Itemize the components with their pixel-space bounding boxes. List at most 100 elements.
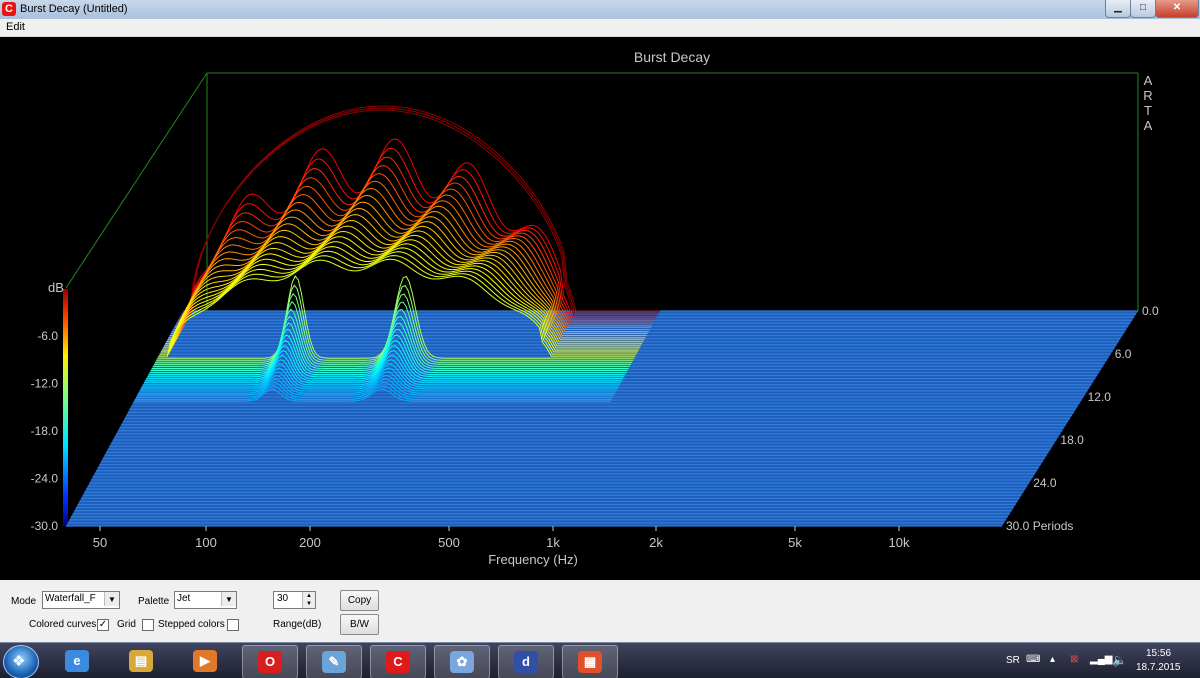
stepped-colors-checkbox[interactable] xyxy=(227,619,239,631)
db-tick-label: -6.0 xyxy=(37,329,58,343)
windows-app-icon: ▦ xyxy=(578,651,602,673)
colored-curves-label: Colored curves xyxy=(29,619,97,630)
frequency-tick-label: 500 xyxy=(438,535,460,550)
mode-label: Mode xyxy=(11,596,37,607)
frequency-tick-label: 1k xyxy=(546,535,560,550)
decay-slice-line xyxy=(172,187,650,330)
period-tick-label: 0.0 xyxy=(1142,304,1159,318)
clock-date[interactable]: 18.7.2015 xyxy=(1136,662,1181,673)
internet-explorer-icon: e xyxy=(65,650,89,672)
tray-keyboard-icon[interactable]: ⌨ xyxy=(1026,654,1040,665)
period-tick-label: 6.0 xyxy=(1115,347,1132,361)
taskbar-item[interactable]: ✿ xyxy=(434,645,490,678)
burst-decay-plot[interactable]: Burst Decay ARTA dB -6.0 -12.0 -18.0 -24.0-… xyxy=(0,37,1200,580)
period-tick-label: 24.0 xyxy=(1033,476,1057,490)
system-tray: SR ⌨ ▴ ⊠ ▂▄▆ 🔈 15:56 18.7.2015 xyxy=(1000,643,1200,678)
bw-button[interactable]: B/W xyxy=(340,614,379,635)
taskbar-item[interactable]: ✎ xyxy=(306,645,362,678)
taskbar: ❖ e ▤ ▶ O ✎ C ✿ d ▦ SR ⌨ ▴ ⊠ ▂▄▆ 🔈 15:56 18.7.20… xyxy=(0,642,1200,678)
arta-watermark: ARTA xyxy=(1143,73,1152,133)
grid-checkbox[interactable] xyxy=(142,619,154,631)
controls-panel: Mode Waterfall_F ▼ Palette Jet ▼ 30 ▲ ▼ R… xyxy=(0,580,1200,642)
chevron-down-icon[interactable]: ▼ xyxy=(104,592,119,606)
dsp-app-icon: d xyxy=(514,651,538,673)
maximize-button[interactable]: □ xyxy=(1130,0,1156,18)
db-axis-ticks: -6.0 -12.0 -18.0 -24.0 -30.0 xyxy=(31,329,59,533)
taskbar-item[interactable]: O xyxy=(242,645,298,678)
taskbar-item[interactable]: ▶ xyxy=(178,645,232,677)
period-tick-label: 30.0 Periods xyxy=(1006,519,1073,533)
taskbar-item[interactable]: e xyxy=(50,645,104,677)
watermark-letter: A xyxy=(1144,73,1153,88)
db-tick-label: -18.0 xyxy=(31,424,59,438)
db-color-bar xyxy=(63,289,68,526)
frequency-tick-label: 200 xyxy=(299,535,321,550)
waterfall-floor xyxy=(66,310,1138,527)
stepper-arrows-icon[interactable]: ▲ ▼ xyxy=(302,592,315,608)
mode-value: Waterfall_F xyxy=(45,593,96,604)
taskbar-item[interactable]: C xyxy=(370,645,426,678)
decay-slice-line xyxy=(181,107,659,314)
range-stepper[interactable]: 30 ▲ ▼ xyxy=(273,591,316,609)
decay-slice-line xyxy=(180,109,658,316)
watermark-letter: T xyxy=(1144,103,1152,118)
decay-slice-line xyxy=(177,156,655,322)
period-tick-label: 18.0 xyxy=(1060,433,1084,447)
waterfall-svg: Burst Decay ARTA dB -6.0-12.0-18.0-24.0-… xyxy=(31,49,1159,567)
frequency-axis-label: Frequency (Hz) xyxy=(488,552,578,567)
start-button[interactable]: ❖ xyxy=(3,645,39,678)
title-bar: C Burst Decay (Untitled) ▁ □ ✕ xyxy=(0,0,1200,20)
copy-button[interactable]: Copy xyxy=(340,590,379,611)
minimize-button[interactable]: ▁ xyxy=(1105,0,1131,18)
taskbar-item[interactable]: ▤ xyxy=(114,645,168,677)
tray-arrow-icon[interactable]: ▴ xyxy=(1050,654,1055,665)
close-button[interactable]: ✕ xyxy=(1155,0,1199,18)
frame-left-diag xyxy=(65,72,208,289)
frequency-tick-label: 10k xyxy=(889,535,910,550)
colored-curves-checkbox[interactable]: ✓ xyxy=(97,619,109,631)
clock-time[interactable]: 15:56 xyxy=(1146,648,1171,659)
mode-select[interactable]: Waterfall_F ▼ xyxy=(42,591,120,609)
db-tick-label: -12.0 xyxy=(31,377,59,391)
range-value: 30 xyxy=(277,593,289,604)
palette-label: Palette xyxy=(138,596,170,607)
db-tick-label: -30.0 xyxy=(31,519,59,533)
language-indicator[interactable]: SR xyxy=(1006,655,1020,666)
stepped-colors-label: Stepped colors xyxy=(158,619,225,630)
frequency-tick-label: 100 xyxy=(195,535,217,550)
menu-bar: Edit xyxy=(0,19,1200,37)
media-player-icon: ▶ xyxy=(193,650,217,672)
network-error-icon[interactable]: ⊠ xyxy=(1070,654,1078,665)
frequency-axis-ticks: 50 100 200 500 1k 2k 5k 10k xyxy=(93,526,910,550)
plot-title: Burst Decay xyxy=(634,49,710,65)
palette-select[interactable]: Jet ▼ xyxy=(174,591,237,609)
volume-icon[interactable]: 🔈 xyxy=(1112,653,1127,667)
grid-label: Grid xyxy=(117,619,136,630)
window-title: Burst Decay (Untitled) xyxy=(20,3,128,15)
opera-icon: O xyxy=(258,651,282,673)
taskbar-item[interactable]: ▦ xyxy=(562,645,618,678)
paint-icon: ✿ xyxy=(450,651,474,673)
range-label: Range(dB) xyxy=(273,619,322,630)
palette-value: Jet xyxy=(177,593,191,604)
watermark-letter: A xyxy=(1144,118,1153,133)
frequency-tick-label: 50 xyxy=(93,535,107,550)
arta-c-icon[interactable]: C xyxy=(2,2,16,16)
decay-slice-line xyxy=(183,105,660,312)
db-axis-label: dB xyxy=(48,280,64,295)
signal-icon[interactable]: ▂▄▆ xyxy=(1090,654,1112,665)
notepad-icon: ✎ xyxy=(322,651,346,673)
db-tick-label: -24.0 xyxy=(31,472,59,486)
frequency-tick-label: 5k xyxy=(788,535,802,550)
plot-frame xyxy=(65,72,1139,311)
chevron-down-icon[interactable]: ▼ xyxy=(221,592,236,606)
file-explorer-icon: ▤ xyxy=(129,650,153,672)
taskbar-item[interactable]: d xyxy=(498,645,554,678)
decay-slice-line xyxy=(179,138,657,318)
windows-logo-icon: ❖ xyxy=(12,653,26,670)
watermark-letter: R xyxy=(1143,88,1152,103)
period-tick-label: 12.0 xyxy=(1088,390,1112,404)
decay-slice-line xyxy=(176,165,654,324)
arta-icon: C xyxy=(386,651,410,673)
menu-edit[interactable]: Edit xyxy=(6,21,25,33)
